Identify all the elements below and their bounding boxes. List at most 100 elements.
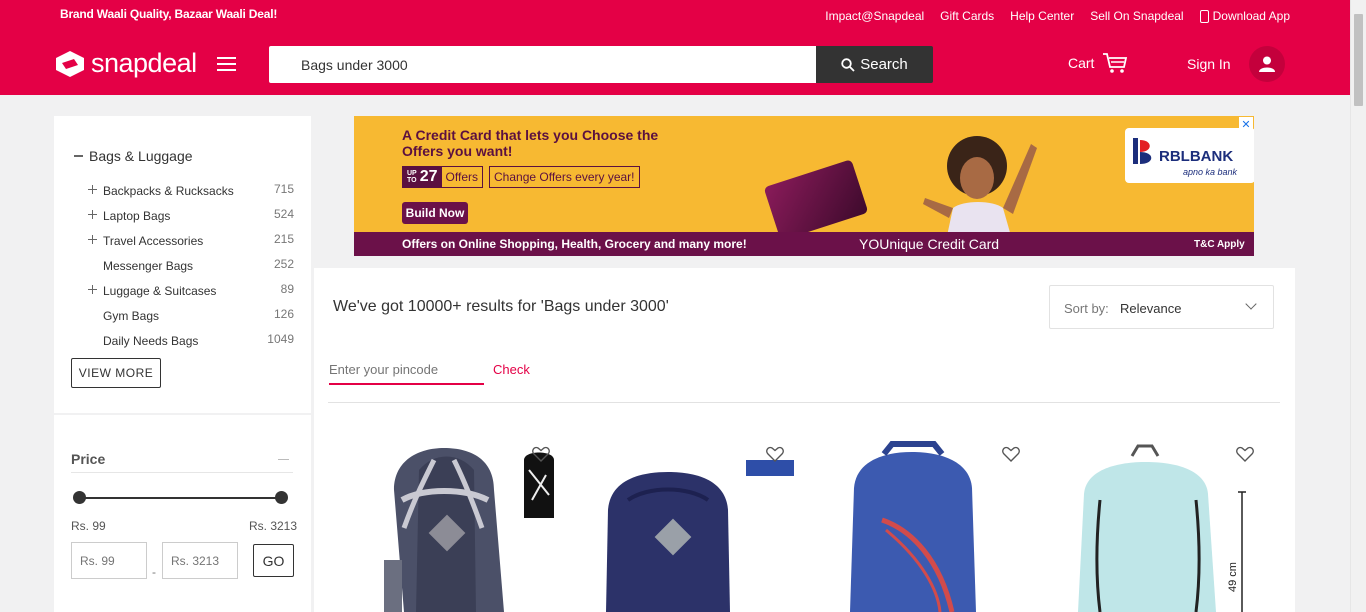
- price-slider-min-handle[interactable]: [73, 491, 86, 504]
- sort-label: Sort by:: [1064, 301, 1109, 316]
- search-button[interactable]: Search: [816, 46, 933, 83]
- category-count: 89: [280, 282, 294, 296]
- user-avatar[interactable]: [1249, 46, 1285, 82]
- search-button-label: Search: [860, 56, 908, 73]
- category-name: Gym Bags: [103, 308, 160, 323]
- menu-icon[interactable]: [217, 57, 236, 71]
- rbl-bank-logo: RBLBANK apno ka bank: [1125, 128, 1254, 183]
- wishlist-heart-icon[interactable]: [1236, 446, 1254, 462]
- category-item-backpacks[interactable]: Backpacks & Rucksacks 715: [88, 178, 294, 203]
- rbl-bank-name: RBLBANK: [1159, 148, 1234, 165]
- category-name: Backpacks & Rucksacks: [103, 183, 234, 198]
- expand-icon[interactable]: [88, 285, 97, 294]
- wishlist-heart-icon[interactable]: [766, 446, 784, 462]
- expand-icon[interactable]: [88, 185, 97, 194]
- check-pincode-button[interactable]: Check: [493, 362, 530, 377]
- product-image[interactable]: [822, 440, 1052, 612]
- category-item-gym-bags[interactable]: Gym Bags 126: [88, 303, 294, 328]
- scrollbar-thumb[interactable]: [1354, 14, 1363, 106]
- filter-sidebar: Bags & Luggage Backpacks & Rucksacks 715…: [54, 116, 311, 612]
- offer-count: 27: [419, 168, 438, 185]
- offer-count-badge: UP TO 27 Offers: [402, 166, 483, 188]
- collapse-price-icon[interactable]: [278, 459, 289, 460]
- wishlist-heart-icon[interactable]: [532, 446, 550, 462]
- cart-label: Cart: [1068, 55, 1095, 71]
- help-center-link[interactable]: Help Center: [1010, 9, 1074, 23]
- change-offers-badge: Change Offers every year!: [489, 166, 640, 188]
- cart-button[interactable]: Cart: [1068, 52, 1128, 74]
- wishlist-heart-icon[interactable]: [1002, 446, 1020, 462]
- price-max-input[interactable]: [163, 543, 237, 578]
- upto-top: UP: [407, 170, 417, 177]
- price-max-label: Rs. 3213: [249, 519, 298, 533]
- expand-icon[interactable]: [88, 235, 97, 244]
- top-strip: Brand Waali Quality, Bazaar Waali Deal! …: [0, 0, 1350, 30]
- download-app-link[interactable]: Download App: [1199, 9, 1290, 23]
- pincode-field: [329, 355, 484, 385]
- category-name: Daily Needs Bags: [103, 333, 199, 348]
- search-icon: [841, 57, 855, 72]
- category-item-luggage-suitcases[interactable]: Luggage & Suitcases 89: [88, 278, 294, 303]
- product-card[interactable]: [822, 428, 1052, 612]
- expand-icon[interactable]: [88, 210, 97, 219]
- category-item-messenger-bags[interactable]: Messenger Bags 252: [88, 253, 294, 278]
- results-divider: [328, 402, 1280, 403]
- cart-icon: [1103, 53, 1128, 73]
- category-count: 1049: [267, 332, 294, 346]
- category-item-travel-accessories[interactable]: Travel Accessories 215: [88, 228, 294, 253]
- category-count: 126: [273, 307, 294, 321]
- search-input[interactable]: [269, 46, 817, 83]
- results-panel: We've got 10000+ results for 'Bags under…: [314, 268, 1295, 612]
- category-title[interactable]: Bags & Luggage: [74, 148, 193, 164]
- logo-text: snapdeal: [91, 48, 197, 78]
- category-item-laptop-bags[interactable]: Laptop Bags 524: [88, 203, 294, 228]
- chevron-down-icon: [1245, 298, 1257, 310]
- model-image: [923, 136, 1037, 236]
- promo-text: Brand Waali Quality, Bazaar Waali Deal!: [60, 7, 278, 21]
- category-list: Backpacks & Rucksacks 715 Laptop Bags 52…: [88, 178, 294, 353]
- gift-cards-link[interactable]: Gift Cards: [940, 9, 994, 23]
- category-count: 524: [273, 207, 294, 221]
- price-min-input[interactable]: [72, 543, 146, 578]
- snapdeal-logo[interactable]: snapdeal: [55, 48, 197, 79]
- results-title: We've got 10000+ results for 'Bags under…: [333, 298, 669, 315]
- ad-close-icon[interactable]: ✕: [1239, 117, 1253, 131]
- offers-label: Offers: [445, 170, 478, 184]
- sort-value: Relevance: [1120, 301, 1182, 316]
- category-item-daily-needs-bags[interactable]: Daily Needs Bags 1049: [88, 328, 294, 353]
- page-scrollbar[interactable]: [1350, 0, 1366, 612]
- product-card[interactable]: 49 cm: [1056, 428, 1286, 612]
- price-slider-max-handle[interactable]: [275, 491, 288, 504]
- product-image[interactable]: [364, 440, 584, 612]
- promo-banner[interactable]: A Credit Card that lets you Choose the O…: [354, 116, 1254, 256]
- sort-dropdown[interactable]: Sort by: Relevance: [1049, 285, 1274, 329]
- price-min-label: Rs. 99: [71, 519, 106, 533]
- impact-link[interactable]: Impact@Snapdeal: [825, 9, 924, 23]
- banner-card-name: YOUnique Credit Card: [859, 236, 1000, 252]
- product-card[interactable]: [588, 428, 818, 612]
- category-name: Laptop Bags: [103, 208, 171, 223]
- category-name: Messenger Bags: [103, 258, 194, 273]
- price-min-field: [71, 542, 147, 579]
- range-separator: -: [152, 565, 156, 579]
- build-now-button[interactable]: Build Now: [402, 202, 468, 224]
- banner-strip-text: Offers on Online Shopping, Health, Groce…: [402, 237, 747, 251]
- banner-headline: A Credit Card that lets you Choose the O…: [402, 127, 659, 159]
- sell-on-snapdeal-link[interactable]: Sell On Snapdeal: [1090, 9, 1183, 23]
- banner-strip: Offers on Online Shopping, Health, Groce…: [354, 232, 1254, 256]
- product-image[interactable]: 49 cm: [1056, 440, 1286, 612]
- category-name: Luggage & Suitcases: [103, 283, 217, 298]
- category-count: 252: [273, 257, 294, 271]
- size-label: 49 cm: [1227, 562, 1239, 592]
- price-divider: [71, 472, 293, 473]
- category-count: 215: [273, 232, 294, 246]
- view-more-button[interactable]: VIEW MORE: [71, 358, 161, 388]
- sign-in-link[interactable]: Sign In: [1187, 56, 1231, 72]
- product-image[interactable]: [588, 440, 818, 612]
- price-go-button[interactable]: GO: [253, 544, 294, 577]
- phone-icon: [1199, 9, 1209, 23]
- category-panel: Bags & Luggage Backpacks & Rucksacks 715…: [54, 116, 311, 413]
- product-card[interactable]: [354, 428, 584, 612]
- price-slider-track[interactable]: [79, 497, 282, 499]
- pincode-input[interactable]: [329, 355, 484, 383]
